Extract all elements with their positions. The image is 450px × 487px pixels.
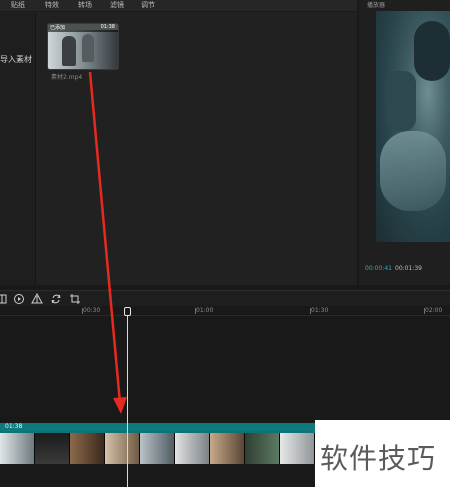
clip-thumbnail-figure [82,34,94,62]
clip-duration: 01:38 [100,24,115,30]
watermark-text: 软件技巧 [320,442,437,475]
player-panel: 播放器 00:00:41 00:01:39 [359,0,450,285]
media-panel: 贴纸 特效 转场 滤镜 调节 导入素材 已添加 01:38 素材2.mp4 [0,0,357,285]
ruler-label: 02:00 [425,307,443,314]
clip-frame [280,433,315,464]
rotate-icon[interactable] [50,293,62,305]
clip-frames [0,433,315,464]
clip-frame [175,433,210,464]
ruler-label: 00:30 [83,307,101,314]
tab-filters[interactable]: 滤镜 [110,1,124,10]
player-total-time: 00:01:39 [395,265,422,272]
playhead-handle[interactable] [124,307,131,316]
media-sidebar: 导入素材 [0,13,36,285]
clip-frame [35,433,70,464]
timeline-toolbar [0,290,450,306]
clip-duration-label: 01:38 [5,423,23,430]
clip-header: 01:38 [0,423,315,431]
clip-frame [70,433,105,464]
ruler-label: 01:30 [311,307,329,314]
import-media-button[interactable]: 导入素材 [0,54,32,65]
freeze-icon[interactable] [0,293,8,305]
media-clip-thumbnail[interactable]: 已添加 01:38 [47,23,119,70]
clip-frame [0,433,35,464]
reverse-icon[interactable] [13,293,25,305]
clip-added-badge: 已添加 [50,25,66,31]
clip-frame [105,433,140,464]
clip-frame [245,433,280,464]
player-video-frame[interactable] [376,11,450,242]
clip-frame [140,433,175,464]
video-shape [386,71,416,131]
player-title: 播放器 [367,2,386,9]
tab-stickers[interactable]: 贴纸 [11,1,25,10]
tab-effects[interactable]: 特效 [45,1,59,10]
timeline-ruler[interactable]: 00:30 01:00 01:30 02:00 [0,306,450,316]
tab-transitions[interactable]: 转场 [78,1,92,10]
mirror-icon[interactable] [31,293,43,305]
playhead-line[interactable] [127,309,128,487]
video-shape [414,21,450,81]
clip-frame [210,433,245,464]
player-current-time: 00:00:41 [365,265,392,272]
clip-filename: 素材2.mp4 [51,74,83,81]
ruler-label: 01:00 [196,307,214,314]
watermark: 软件技巧 [315,420,450,487]
video-shape [380,131,446,211]
media-tabbar: 贴纸 特效 转场 滤镜 调节 [0,0,357,12]
clip-thumbnail-figure [62,36,76,66]
tab-adjust[interactable]: 调节 [141,1,155,10]
crop-icon[interactable] [69,293,81,305]
timeline-video-clip[interactable]: 01:38 [0,423,315,464]
